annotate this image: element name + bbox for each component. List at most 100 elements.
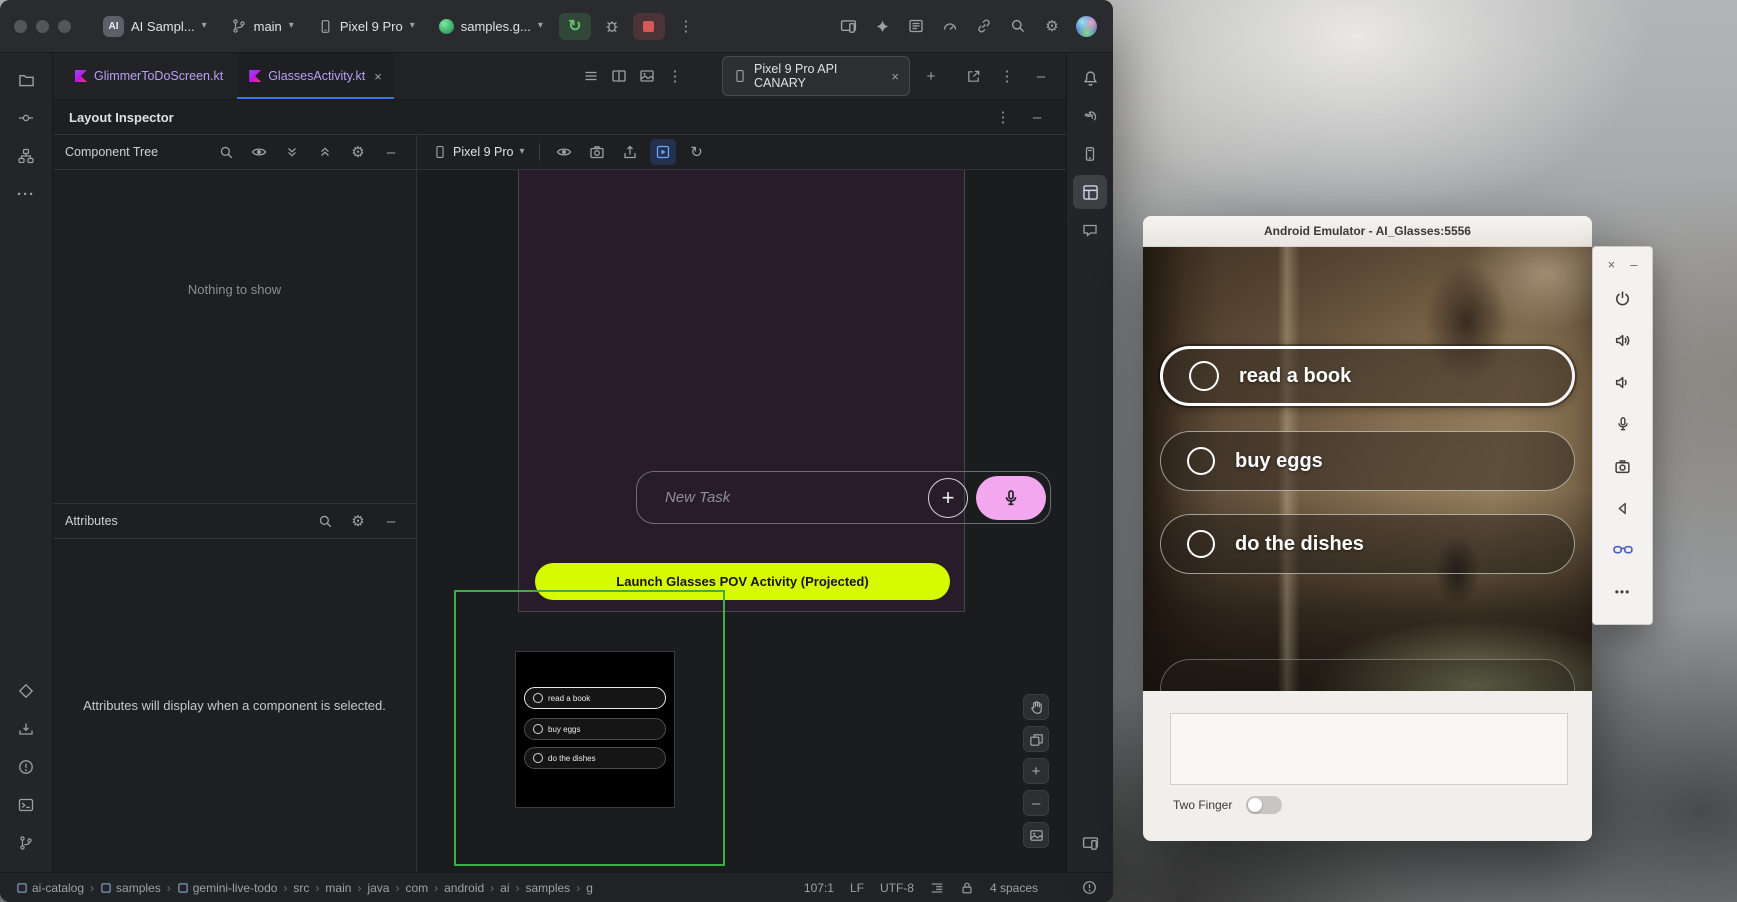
search-everywhere-button[interactable] xyxy=(1005,13,1031,39)
tree-search-button[interactable] xyxy=(213,139,239,165)
project-selector[interactable]: AI AI Sampl... ▾ xyxy=(95,11,215,42)
inspector-options-button[interactable]: ⋮ xyxy=(990,104,1016,130)
todo-item-partial[interactable] xyxy=(1160,659,1575,691)
debug-button[interactable] xyxy=(599,13,625,39)
running-devices-tool-button[interactable] xyxy=(1073,826,1107,860)
indent-widget[interactable]: 4 spaces xyxy=(990,881,1038,895)
structure-tool-button[interactable] xyxy=(9,139,43,173)
more-run-actions-button[interactable]: ⋮ xyxy=(673,13,699,39)
dependencies-tool-button[interactable] xyxy=(9,674,43,708)
caret-position-widget[interactable]: 107:1 xyxy=(804,881,834,895)
inspector-device-selector[interactable]: Pixel 9 Pro ▾ xyxy=(429,143,528,161)
breadcrumb-item[interactable]: android xyxy=(444,881,484,895)
two-finger-toggle[interactable] xyxy=(1246,796,1282,814)
breadcrumb-item[interactable]: samples xyxy=(526,881,571,895)
hide-running-devices-button[interactable]: – xyxy=(1028,63,1054,89)
breadcrumb-item[interactable]: ai-catalog xyxy=(16,881,84,895)
lock-icon[interactable] xyxy=(960,881,974,895)
project-tool-button[interactable] xyxy=(9,63,43,97)
vcs-branch-selector[interactable]: main ▾ xyxy=(223,13,302,39)
add-task-button[interactable]: + xyxy=(928,478,968,518)
camera-button[interactable] xyxy=(1603,445,1643,487)
reset-zoom-button[interactable] xyxy=(1023,822,1049,848)
screenshot-button[interactable] xyxy=(584,139,610,165)
gemini-button[interactable] xyxy=(869,13,895,39)
more-tool-windows-button[interactable]: ··· xyxy=(9,177,43,211)
breadcrumb-item[interactable]: ai xyxy=(500,881,509,895)
minimize-window-button[interactable] xyxy=(36,20,49,33)
emulator-titlebar[interactable]: Android Emulator - AI_Glasses:5556 xyxy=(1143,216,1592,247)
todo-item[interactable]: buy eggs xyxy=(1160,431,1575,491)
more-controls-button[interactable]: ••• xyxy=(1603,571,1643,613)
problems-tool-button[interactable] xyxy=(9,750,43,784)
gemini-chat-tool-button[interactable] xyxy=(1073,213,1107,247)
tree-settings-button[interactable]: ⚙ xyxy=(345,139,371,165)
line-separator-widget[interactable]: LF xyxy=(850,881,864,895)
tab-glimmer-todo-screen[interactable]: GlimmerToDoScreen.kt xyxy=(63,53,235,99)
editor-list-view-button[interactable] xyxy=(578,63,604,89)
zoom-out-button[interactable]: – xyxy=(1023,790,1049,816)
todo-item[interactable]: do the dishes xyxy=(1160,514,1575,574)
new-task-field[interactable]: New Task + xyxy=(636,471,1051,524)
editor-tab-options-button[interactable]: ⋮ xyxy=(662,63,688,89)
add-device-button[interactable]: + xyxy=(918,63,944,89)
terminal-tool-button[interactable] xyxy=(9,788,43,822)
build-tool-button[interactable] xyxy=(9,712,43,746)
open-in-new-window-button[interactable] xyxy=(960,63,986,89)
target-device-selector[interactable]: Pixel 9 Pro ▾ xyxy=(310,14,423,39)
minimize-panel-button[interactable]: – xyxy=(1630,257,1637,272)
live-updates-toggle-button[interactable] xyxy=(650,139,676,165)
breadcrumb-item[interactable]: gemini-live-todo xyxy=(177,881,278,895)
close-window-button[interactable] xyxy=(14,20,27,33)
view-options-button[interactable] xyxy=(551,139,577,165)
indent-icon[interactable] xyxy=(930,881,944,895)
refresh-button[interactable]: ↻ xyxy=(683,139,709,165)
run-configuration-selector[interactable]: samples.g... ▾ xyxy=(431,14,551,39)
logcat-button[interactable] xyxy=(903,13,929,39)
profile-avatar[interactable] xyxy=(1073,13,1099,39)
gradle-tool-button[interactable] xyxy=(1073,99,1107,133)
breadcrumb-item[interactable]: src xyxy=(293,881,309,895)
version-control-tool-button[interactable] xyxy=(9,826,43,860)
error-indicator-icon[interactable] xyxy=(1082,880,1097,895)
running-devices-options-button[interactable]: ⋮ xyxy=(994,63,1020,89)
voice-input-button[interactable] xyxy=(976,476,1046,520)
glasses-display-button[interactable] xyxy=(1603,529,1643,571)
tree-visibility-button[interactable] xyxy=(246,139,272,165)
pan-button[interactable] xyxy=(1023,694,1049,720)
encoding-widget[interactable]: UTF-8 xyxy=(880,881,914,895)
device-manager-button[interactable] xyxy=(971,13,997,39)
running-device-tab[interactable]: Pixel 9 Pro API CANARY × xyxy=(722,56,910,96)
touchpad-area[interactable] xyxy=(1170,713,1568,785)
settings-button[interactable]: ⚙ xyxy=(1039,13,1065,39)
preview-mode-button[interactable] xyxy=(634,63,660,89)
notifications-button[interactable] xyxy=(1073,61,1107,95)
volume-up-button[interactable] xyxy=(1603,319,1643,361)
hide-inspector-button[interactable]: – xyxy=(1024,104,1050,130)
device-manager-tool-button[interactable] xyxy=(1073,137,1107,171)
breadcrumb-item[interactable]: java xyxy=(367,881,389,895)
rendered-phone-screen[interactable]: New Task + Launch Glasses POV Activity (… xyxy=(518,170,965,612)
collapse-all-button[interactable] xyxy=(312,139,338,165)
rerun-button[interactable]: ↻ xyxy=(559,13,591,40)
zoom-window-button[interactable] xyxy=(58,20,71,33)
profiler-button[interactable] xyxy=(937,13,963,39)
split-editor-button[interactable] xyxy=(606,63,632,89)
tab-glasses-activity[interactable]: GlassesActivity.kt × xyxy=(237,53,394,99)
expand-all-button[interactable] xyxy=(279,139,305,165)
close-panel-button[interactable]: × xyxy=(1608,257,1616,272)
emulator-screen[interactable]: read a book buy eggs do the dishes xyxy=(1143,247,1592,691)
export-snapshot-button[interactable] xyxy=(617,139,643,165)
microphone-button[interactable] xyxy=(1603,403,1643,445)
attributes-search-button[interactable] xyxy=(312,508,338,534)
commit-tool-button[interactable] xyxy=(9,101,43,135)
device-render-canvas[interactable]: New Task + Launch Glasses POV Activity (… xyxy=(417,170,1066,872)
attributes-settings-button[interactable]: ⚙ xyxy=(345,508,371,534)
power-button[interactable] xyxy=(1603,277,1643,319)
volume-down-button[interactable] xyxy=(1603,361,1643,403)
back-button[interactable] xyxy=(1603,487,1643,529)
breadcrumb-item[interactable]: g xyxy=(586,881,593,895)
layers-button[interactable] xyxy=(1023,726,1049,752)
layout-inspector-tool-button[interactable] xyxy=(1073,175,1107,209)
hide-attributes-button[interactable]: – xyxy=(378,508,404,534)
